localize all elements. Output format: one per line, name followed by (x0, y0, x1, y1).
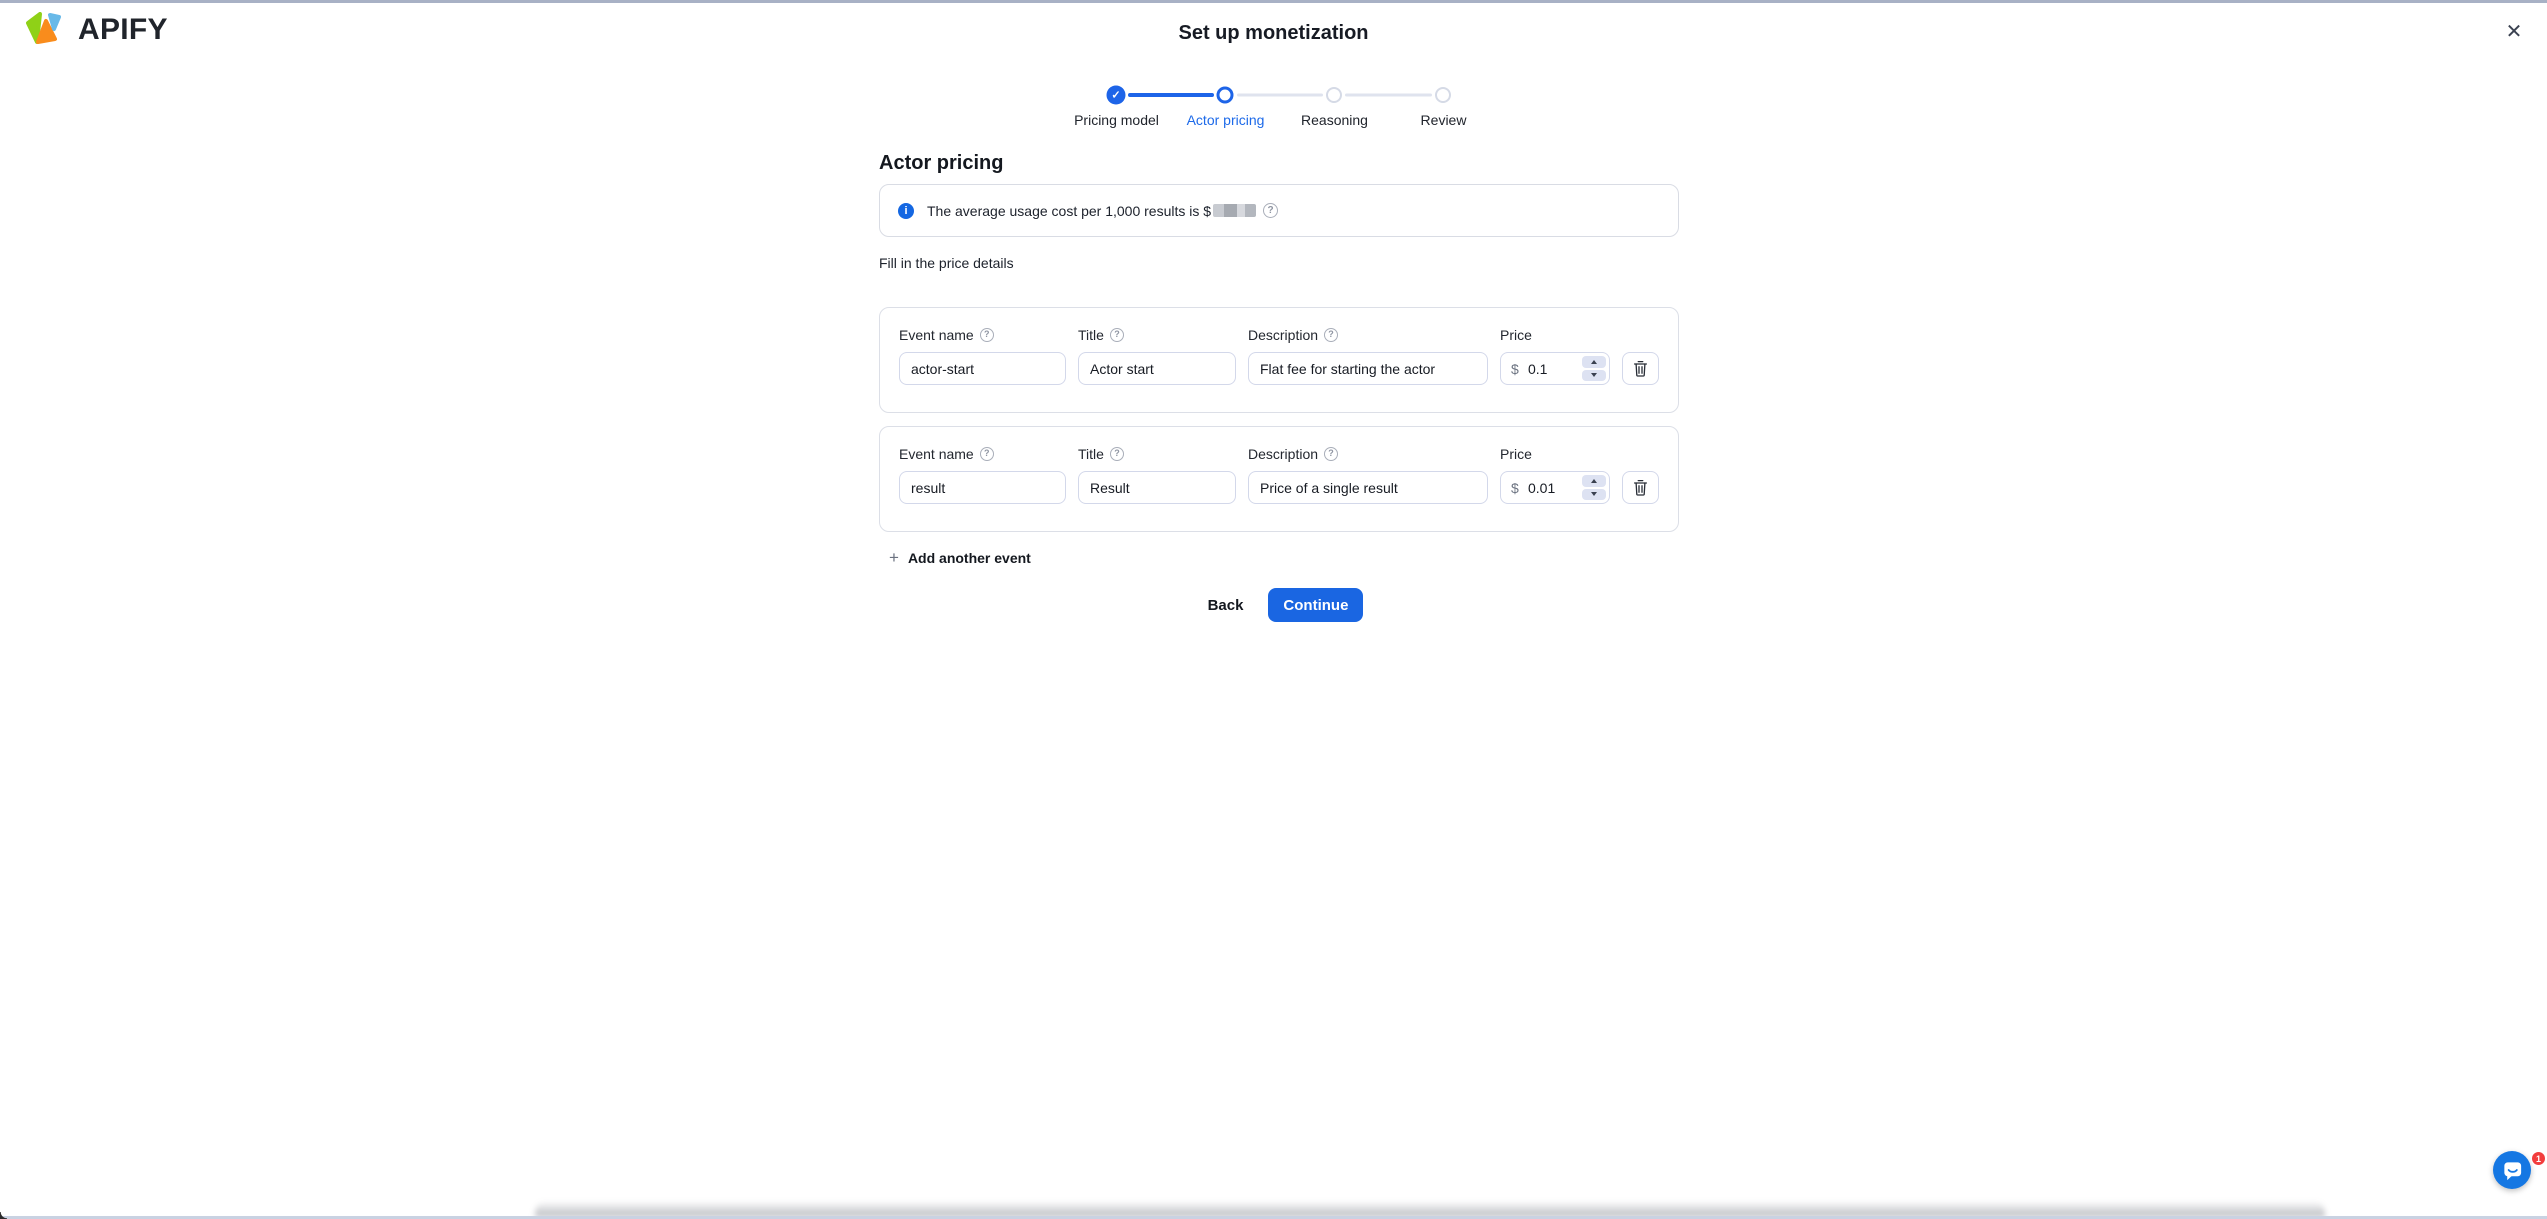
delete-event-button[interactable] (1622, 352, 1659, 385)
event-card-result: Event name ? Title ? Description ? (879, 426, 1679, 532)
stepper-connector-done (1128, 93, 1214, 97)
help-icon[interactable]: ? (1324, 328, 1338, 342)
info-icon: i (898, 203, 914, 219)
increment-icon[interactable] (1582, 356, 1606, 368)
stepper-labels: Pricing model Actor pricing Reasoning Re… (1062, 112, 1498, 128)
step-circle-reasoning (1326, 87, 1342, 103)
plus-icon: + (889, 549, 899, 566)
average-cost-infobox: i The average usage cost per 1,000 resul… (879, 184, 1679, 237)
chat-bubble-icon (2501, 1159, 2524, 1182)
help-icon[interactable]: ? (1110, 328, 1124, 342)
title-label: Title ? (1078, 327, 1236, 342)
event-name-field: Event name ? (899, 446, 1066, 504)
step-label-reasoning: Reasoning (1280, 112, 1389, 128)
background-window-shadow (535, 1201, 2325, 1217)
event-card-actor-start: Event name ? Title ? Description ? (879, 307, 1679, 413)
event-name-input[interactable] (899, 352, 1066, 385)
row-actions (1622, 327, 1659, 385)
title-input[interactable] (1078, 471, 1236, 504)
help-icon[interactable]: ? (980, 328, 994, 342)
trash-icon (1633, 360, 1648, 377)
title-field: Title ? (1078, 446, 1236, 504)
decrement-icon[interactable] (1582, 370, 1606, 382)
help-icon[interactable]: ? (1324, 447, 1338, 461)
close-icon[interactable]: ✕ (2500, 18, 2528, 46)
page-title: Actor pricing (879, 152, 1003, 175)
add-another-event-label: Add another event (908, 550, 1031, 566)
description-field: Description ? (1248, 446, 1488, 504)
title-input[interactable] (1078, 352, 1236, 385)
check-icon: ✓ (1111, 88, 1120, 101)
description-input[interactable] (1248, 471, 1488, 504)
wizard-footer: Back Continue (12, 588, 2547, 622)
redacted-value (1213, 204, 1256, 217)
event-name-input[interactable] (899, 471, 1066, 504)
row-actions (1622, 446, 1659, 504)
currency-prefix: $ (1511, 480, 1519, 496)
help-icon[interactable]: ? (980, 447, 994, 461)
step-label-pricing-model[interactable]: Pricing model (1062, 112, 1171, 128)
add-another-event-button[interactable]: + Add another event (889, 549, 1031, 566)
back-button[interactable]: Back (1208, 597, 1244, 614)
price-label: Price (1500, 327, 1610, 342)
price-field: Price $ (1500, 446, 1610, 504)
event-name-field: Event name ? (899, 327, 1066, 385)
average-cost-text: The average usage cost per 1,000 results… (927, 203, 1278, 219)
modal-title: Set up monetization (0, 22, 2547, 45)
step-circle-actor-pricing[interactable] (1217, 86, 1234, 103)
description-field: Description ? (1248, 327, 1488, 385)
stepper-connector-todo (1345, 93, 1432, 96)
chat-launcher-button[interactable] (2493, 1151, 2531, 1189)
instruction-text: Fill in the price details (879, 255, 1014, 271)
stepper-track: ✓ (1062, 84, 1498, 105)
step-label-review: Review (1389, 112, 1498, 128)
step-circle-pricing-model[interactable]: ✓ (1107, 85, 1126, 104)
description-label: Description ? (1248, 446, 1488, 461)
price-label: Price (1500, 446, 1610, 461)
step-label-actor-pricing[interactable]: Actor pricing (1171, 112, 1280, 128)
trash-icon (1633, 479, 1648, 496)
title-field: Title ? (1078, 327, 1236, 385)
continue-button[interactable]: Continue (1268, 588, 1363, 622)
window-corner (0, 1212, 7, 1219)
description-label: Description ? (1248, 327, 1488, 342)
increment-icon[interactable] (1582, 475, 1606, 487)
decrement-icon[interactable] (1582, 489, 1606, 501)
help-icon[interactable]: ? (1263, 203, 1278, 218)
stepper-connector-todo (1237, 93, 1323, 96)
description-input[interactable] (1248, 352, 1488, 385)
price-field: Price $ (1500, 327, 1610, 385)
title-label: Title ? (1078, 446, 1236, 461)
delete-event-button[interactable] (1622, 471, 1659, 504)
step-circle-review (1435, 87, 1451, 103)
window-top-edge (0, 0, 2547, 3)
currency-prefix: $ (1511, 361, 1519, 377)
progress-stepper: ✓ Pricing model Actor pricing Reasoning … (1062, 84, 1498, 128)
help-icon[interactable]: ? (1110, 447, 1124, 461)
price-stepper (1582, 356, 1606, 381)
price-stepper (1582, 475, 1606, 500)
chat-notification-badge: 1 (2531, 1151, 2546, 1166)
event-name-label: Event name ? (899, 327, 1066, 342)
event-name-label: Event name ? (899, 446, 1066, 461)
